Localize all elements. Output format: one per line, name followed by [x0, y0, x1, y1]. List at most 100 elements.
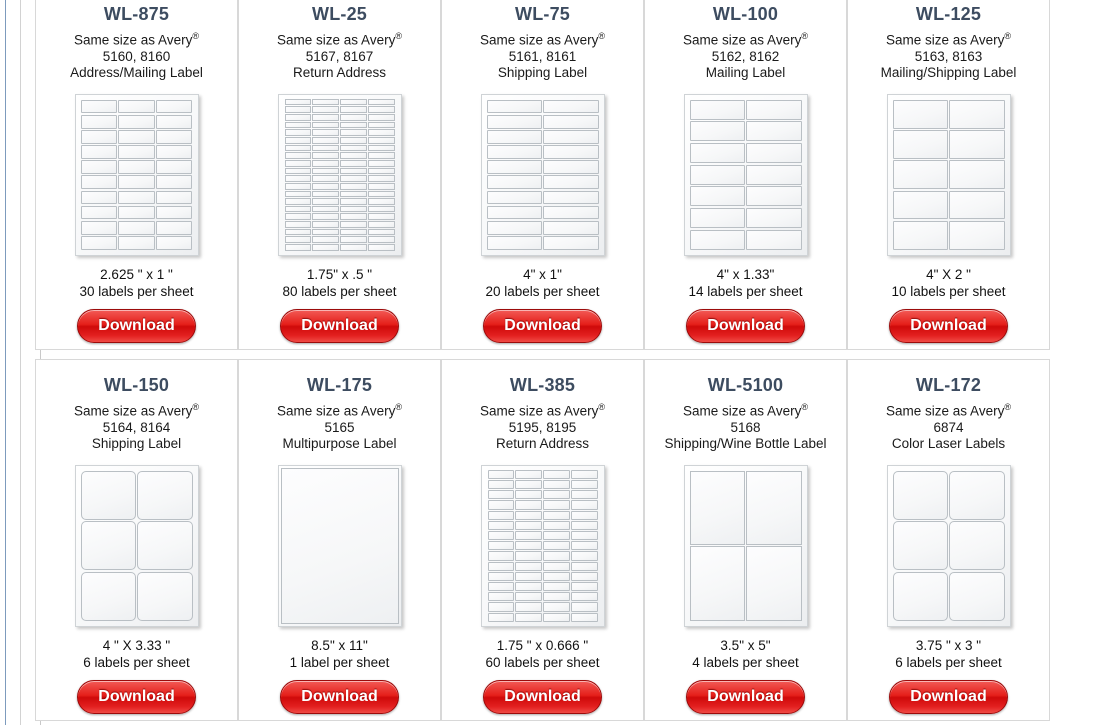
sheet-label-cell — [284, 121, 312, 129]
label-dimensions: 1.75 " x 0.666 " — [496, 637, 589, 653]
sheet-label-cell — [515, 530, 542, 541]
product-sku: WL-75 — [515, 4, 570, 24]
sheet-label-cell — [367, 106, 395, 113]
sheet-label-cell — [543, 175, 599, 190]
sheet-label-cell — [367, 228, 395, 236]
sheet-label-cell — [949, 99, 1005, 129]
sheet-graphic — [74, 93, 199, 256]
product-sku: WL-172 — [915, 375, 982, 395]
sheet-label-cell — [487, 581, 515, 592]
sheet-label-cell — [515, 571, 542, 581]
labels-per-sheet: 6 labels per sheet — [895, 655, 1002, 671]
product-description: Same size as Avery® 5162, 8162 Mailing Lab… — [683, 31, 808, 82]
download-button[interactable]: Download — [77, 308, 196, 344]
registered-trademark-icon: ® — [801, 401, 808, 412]
download-button[interactable]: Download — [889, 679, 1008, 715]
product-description: Same size as Avery® 5168 Shipping/Wine Bot… — [664, 402, 826, 453]
sheet-label-cell — [340, 106, 367, 113]
product-card: WL-5100 Same size as Avery® 5168 Shipping/W… — [644, 359, 847, 721]
sheet-label-cell — [570, 530, 598, 541]
sheet-label-cell — [340, 144, 367, 152]
sheet-label-cell — [284, 228, 312, 236]
sheet-label-cell — [367, 205, 395, 213]
avery-equivalence-line: Same size as Avery® — [683, 30, 808, 48]
sheet-label-cell — [312, 98, 339, 106]
sheet-label-cell — [570, 500, 598, 510]
sheet-label-cell — [340, 190, 367, 198]
sheet-label-cell — [118, 130, 155, 144]
product-card: WL-385 Same size as Avery® 5195, 8195 Retur… — [441, 359, 644, 721]
page-left-gutter-rule-1 — [20, 0, 21, 725]
sheet-label-cell — [892, 470, 948, 520]
product-sku: WL-385 — [509, 375, 576, 395]
download-button[interactable]: Download — [686, 308, 805, 344]
download-button[interactable]: Download — [280, 679, 399, 715]
sheet-label-cell — [570, 520, 598, 530]
avery-equivalence-line: Same size as Avery® — [74, 30, 199, 48]
sheet-label-cell — [543, 99, 599, 114]
sheet-label-cell — [543, 530, 570, 541]
labels-per-sheet: 6 labels per sheet — [83, 655, 190, 671]
sheet-label-cell — [312, 129, 339, 136]
sheet-label-cell — [340, 213, 367, 221]
sheet-label-cell — [543, 602, 570, 612]
label-type: Color Laser Labels — [891, 436, 1006, 452]
sheet-label-cell — [367, 144, 395, 152]
sheet-label-cell — [543, 205, 599, 220]
sheet-label-cell — [340, 175, 367, 182]
sheet-label-cell — [80, 470, 136, 520]
sheet-label-cell — [570, 479, 598, 490]
avery-equivalence-line: Same size as Avery® — [683, 401, 808, 419]
sheet-label-cell — [486, 99, 542, 114]
sheet-label-cell — [543, 236, 599, 250]
sheet-label-cell — [689, 546, 745, 621]
labels-per-sheet: 14 labels per sheet — [688, 284, 803, 300]
sheet-label-cell — [367, 190, 395, 198]
sheet-label-cell — [689, 186, 745, 207]
sheet-label-cell — [487, 530, 515, 541]
sheet-label-cell — [949, 190, 1005, 220]
download-button[interactable]: Download — [483, 308, 602, 344]
sheet-label-cell — [340, 182, 367, 190]
label-dimensions: 4" X 2 " — [926, 266, 971, 282]
sheet-label-cell — [118, 160, 155, 174]
sheet-label-cell — [570, 561, 598, 571]
sheet-label-cell — [340, 221, 367, 228]
product-card: WL-875 Same size as Avery® 5160, 8160 Addre… — [35, 0, 238, 350]
labels-per-sheet: 60 labels per sheet — [485, 655, 600, 671]
sheet-label-cell — [367, 182, 395, 190]
sheet-label-cell — [949, 160, 1005, 190]
sheet-label-cell — [949, 220, 1005, 250]
sheet-label-cell — [367, 114, 395, 121]
sheet-label-cell — [340, 244, 367, 251]
sheet-label-cell — [487, 469, 515, 479]
product-card: WL-75 Same size as Avery® 5161, 8161 Shippi… — [441, 0, 644, 350]
sheet-label-cell — [543, 145, 599, 159]
sheet-label-cell — [367, 98, 395, 106]
label-dimensions: 1.75" x .5 " — [306, 266, 373, 282]
labels-per-sheet: 30 labels per sheet — [79, 284, 194, 300]
download-button[interactable]: Download — [77, 679, 196, 715]
download-button[interactable]: Download — [889, 308, 1008, 344]
product-description: Same size as Avery® 5164, 8164 Shipping La… — [74, 402, 199, 453]
avery-codes: 5161, 8161 — [508, 48, 577, 64]
sheet-label-cell — [284, 159, 312, 167]
download-button[interactable]: Download — [483, 679, 602, 715]
sheet-label-cell — [367, 213, 395, 221]
sheet-label-cell — [118, 99, 155, 114]
sheet-label-cell — [284, 106, 312, 113]
download-button[interactable]: Download — [280, 308, 399, 344]
sheet-label-cell — [543, 190, 599, 205]
sheet-label-cell — [340, 205, 367, 213]
label-type: Shipping/Wine Bottle Label — [664, 436, 827, 452]
labels-per-sheet: 1 label per sheet — [289, 655, 390, 671]
avery-equivalence-line: Same size as Avery® — [277, 401, 402, 419]
sheet-label-cell — [367, 152, 395, 159]
sheet-label-cell — [284, 182, 312, 190]
download-button[interactable]: Download — [686, 679, 805, 715]
sheet-label-cell — [949, 470, 1005, 520]
sheet-label-cell — [156, 114, 193, 129]
sheet-label-cell — [949, 521, 1005, 571]
sheet-label-cell — [515, 612, 542, 622]
avery-codes: 5168 — [730, 419, 761, 435]
